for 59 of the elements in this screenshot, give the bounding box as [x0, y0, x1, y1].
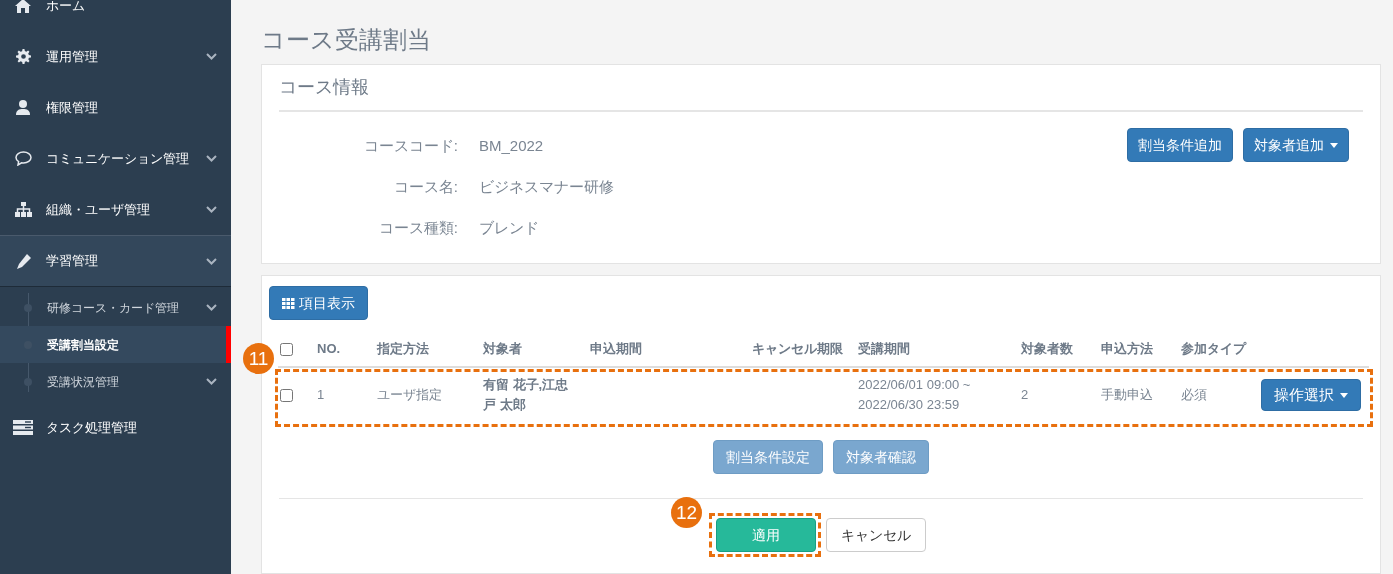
- add-button[interactable]: 割当条件追加: [1127, 128, 1233, 162]
- table-cell-text: ユーザ指定: [377, 386, 443, 404]
- chevron-down-icon: [206, 378, 217, 385]
- caret-icon: [1340, 392, 1348, 398]
- table-cell-text: 2: [1021, 386, 1030, 404]
- table-cell-text: 2022/06/01 09:00 ~ 2022/06/30 23:59: [858, 376, 972, 414]
- caret-icon: [1330, 142, 1338, 148]
- sidebar-item[interactable]: 組織・ユーザ管理: [0, 184, 231, 235]
- page-title: コース受講割当: [261, 25, 432, 55]
- submenu-item[interactable]: 研修コース・カード管理: [0, 289, 231, 326]
- grid-icon: [282, 297, 295, 309]
- column-header: NO.: [310, 332, 370, 367]
- column-header: キャンセル期限: [745, 332, 851, 367]
- sidebar-item[interactable]: ホーム: [0, 0, 231, 31]
- add-button[interactable]: 対象者追加: [1243, 128, 1349, 162]
- chevron-down-icon: [206, 155, 217, 162]
- speech-bubble-icon: [14, 151, 32, 166]
- row-checkbox[interactable]: [280, 389, 293, 403]
- column-header: 申込方法: [1094, 332, 1174, 367]
- field-label: コース名:: [392, 177, 458, 198]
- select-all-checkbox[interactable]: [280, 343, 293, 357]
- chevron-down-icon: [206, 257, 217, 265]
- column-header: 対象者数: [1014, 332, 1094, 367]
- column-header: 指定方法: [370, 332, 476, 367]
- server-icon: [13, 420, 33, 435]
- pencil-icon: [15, 253, 31, 269]
- table-cell-text: 有留 花子,江忠戸 太郎: [483, 376, 570, 414]
- sidebar-item[interactable]: 権限管理: [0, 82, 231, 133]
- field-label: コース種類:: [377, 218, 458, 239]
- sidebar-item[interactable]: コミュニケーション管理: [0, 133, 231, 184]
- column-header: 対象者: [476, 332, 583, 367]
- column-header: 受講期間: [851, 332, 1014, 367]
- panel-title: コース情報: [279, 65, 1363, 112]
- user-icon: [16, 100, 30, 115]
- submenu-item[interactable]: 受講状況管理: [0, 363, 231, 400]
- field-label: コースコード:: [362, 136, 458, 157]
- field-value: ビジネスマナー研修: [479, 177, 614, 198]
- column-header: 申込期間: [583, 332, 745, 367]
- chevron-down-icon: [206, 304, 217, 311]
- table-cell-text: 必須: [1181, 386, 1208, 404]
- step-badge: 12: [671, 497, 702, 528]
- chevron-down-icon: [206, 206, 217, 213]
- table-cell-text: 手動申込: [1101, 386, 1154, 404]
- sidebar-item[interactable]: タスク処理管理: [0, 402, 231, 453]
- org-chart-icon: [14, 202, 32, 217]
- home-icon: [15, 0, 31, 13]
- chevron-down-icon: [206, 53, 217, 60]
- sidebar-item[interactable]: 学習管理: [0, 236, 231, 287]
- cancel-button[interactable]: キャンセル: [826, 518, 926, 552]
- gear-icon: [15, 49, 31, 64]
- table-cell-text: 1: [317, 386, 326, 404]
- column-header: 参加タイプ: [1174, 332, 1254, 367]
- sidebar-item[interactable]: 運用管理: [0, 31, 231, 82]
- submenu-item[interactable]: 受講割当設定: [0, 326, 231, 363]
- action-select-button[interactable]: 操作選択: [1261, 379, 1361, 411]
- field-value: ブレンド: [479, 218, 539, 239]
- step-badge: 11: [243, 343, 274, 374]
- column-display-button[interactable]: 項目表示: [269, 286, 368, 320]
- field-value: BM_2022: [479, 136, 544, 157]
